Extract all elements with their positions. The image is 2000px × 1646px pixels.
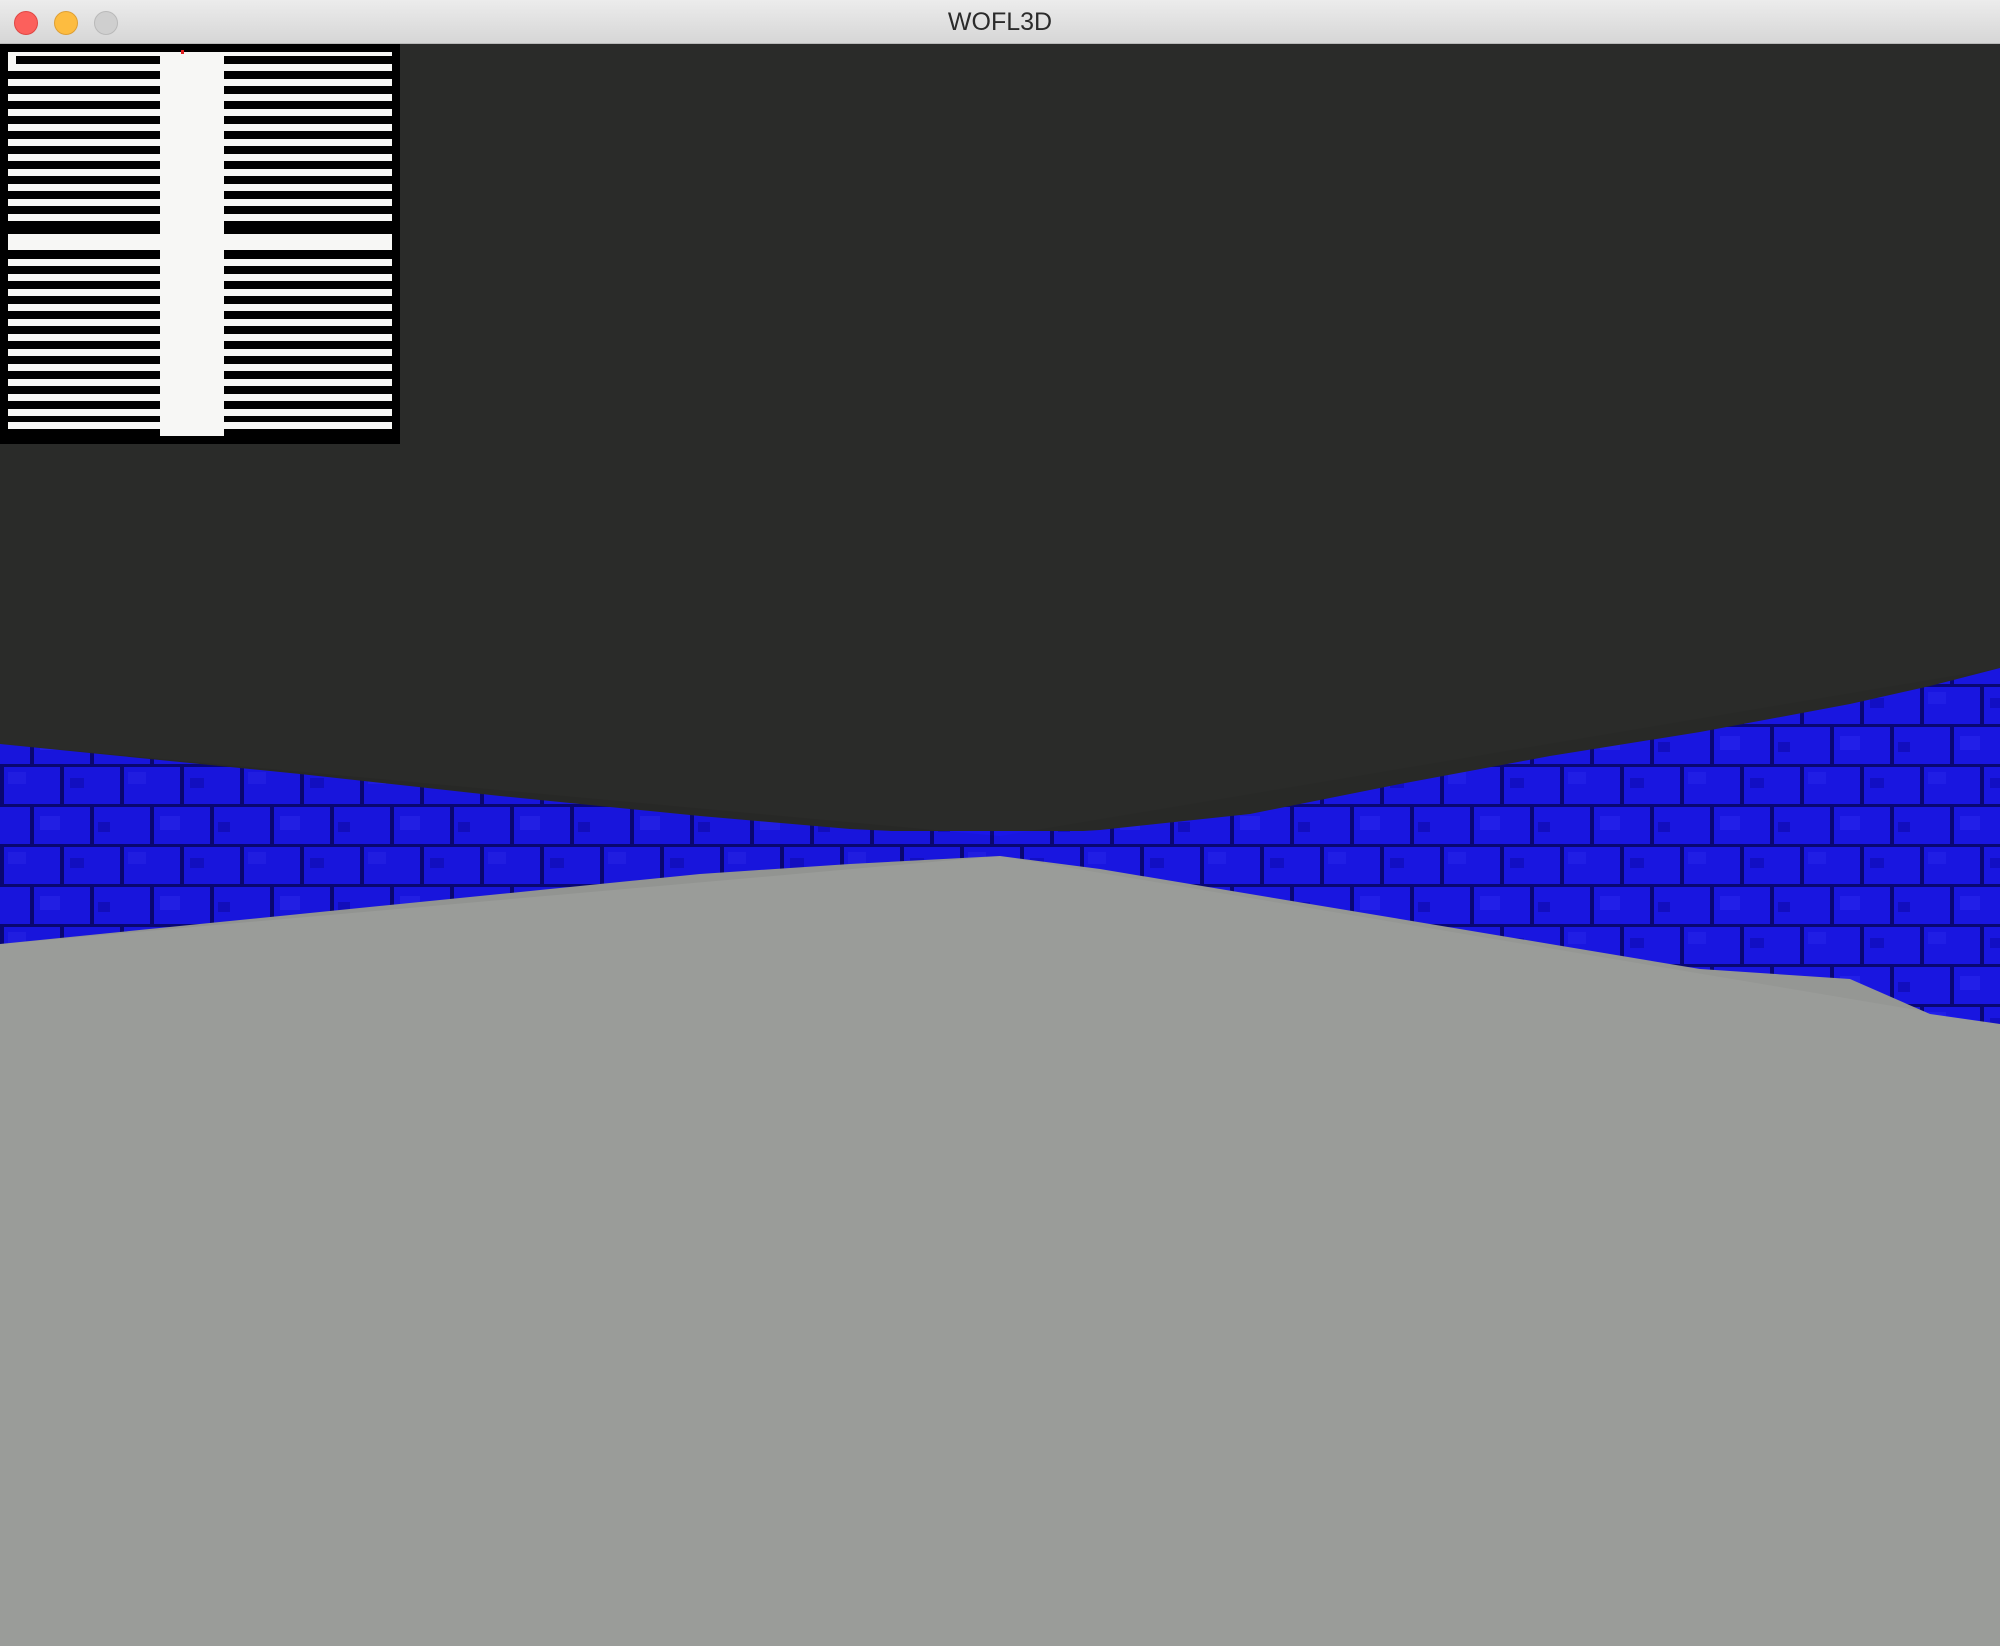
game-window: WOFL3D [0, 0, 2000, 1646]
player-marker [181, 50, 184, 54]
game-viewport[interactable] [0, 44, 2000, 1646]
title-bar[interactable]: WOFL3D [0, 0, 2000, 44]
minimap [0, 44, 400, 444]
window-title: WOFL3D [947, 8, 1053, 36]
